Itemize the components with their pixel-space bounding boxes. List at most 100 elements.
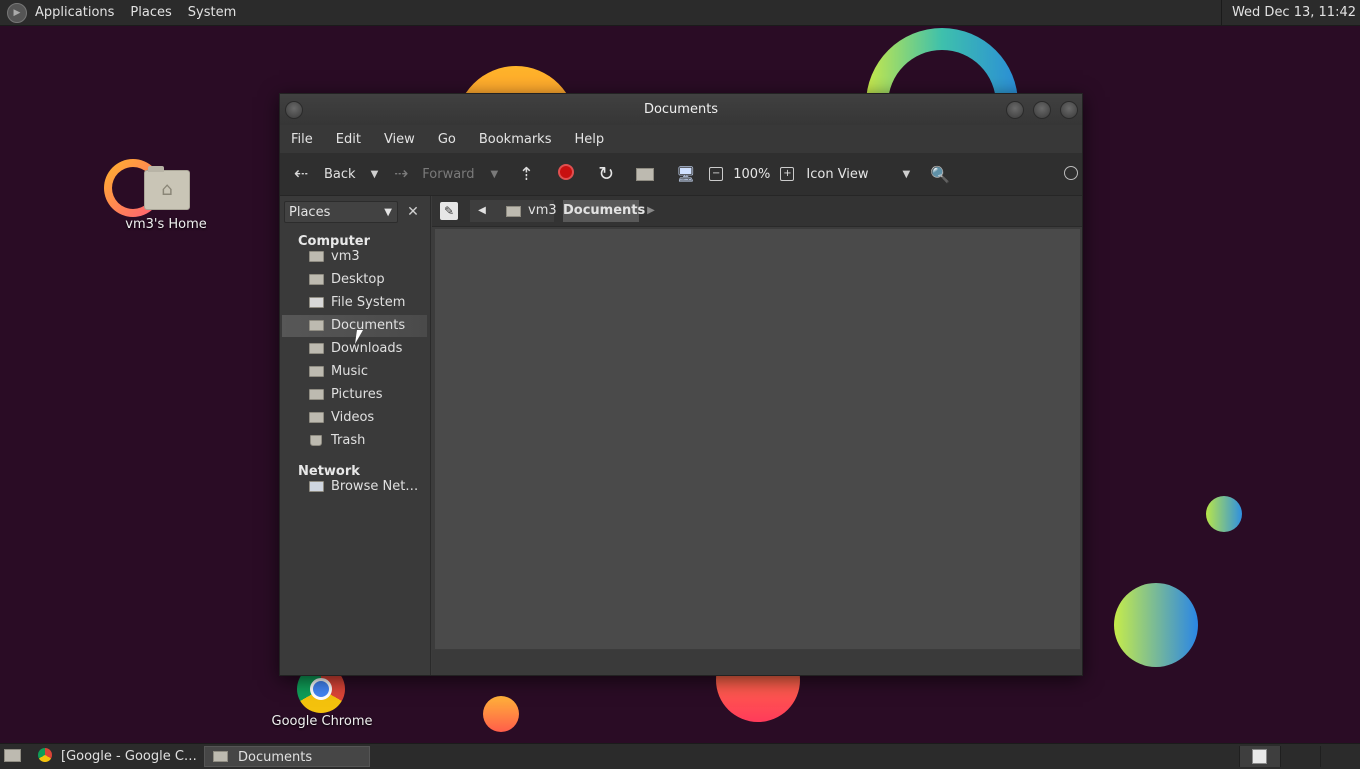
menu-file[interactable]: File [291,132,313,147]
sidebar-type-select[interactable]: Places ▼ [284,201,398,223]
sidebar-item-label: Documents [331,318,406,333]
sidebar: Places ▼ ✕ Computer vm3 Desktop File Sys… [280,196,431,675]
breadcrumb-vm3[interactable]: vm3 [494,200,557,222]
sidebar-item-label: Pictures [331,387,383,402]
throbber-icon [1064,166,1078,180]
chevron-down-icon: ▼ [384,207,392,218]
forward-arrow-icon: ⇢ [394,164,409,184]
bottom-panel: [Google - Google C… Documents [0,743,1360,769]
edit-location-icon[interactable]: ✎ [440,202,458,220]
sidebar-item-music[interactable]: Music [282,361,427,383]
sidebar-item-videos[interactable]: Videos [282,407,427,429]
sidebar-item-label: Downloads [331,341,403,356]
back-label: Back [324,166,356,182]
distro-logo-icon[interactable]: ▶ [7,2,27,23]
menu-view[interactable]: View [384,132,415,147]
sidebar-item-label: Trash [331,433,366,448]
maximize-button[interactable] [1033,101,1051,119]
sidebar-item-label: vm3 [331,249,360,264]
minimize-button[interactable] [1006,101,1024,119]
breadcrumb-scroll-right[interactable]: ▶ [644,200,658,222]
workspace-3[interactable] [1320,746,1360,767]
stop-icon [558,164,575,180]
panel-clock[interactable]: Wed Dec 13, 11:42 [1220,0,1360,25]
menu-places[interactable]: Places [130,5,171,20]
sidebar-item-documents[interactable]: Documents [282,315,427,337]
stop-button[interactable] [558,164,575,184]
breadcrumb: ✎ ◀ vm3 Documents ▶ [432,196,1082,227]
workspace-1[interactable] [1239,746,1280,767]
menu-system[interactable]: System [188,5,236,20]
breadcrumb-scroll-left[interactable]: ◀ [470,200,494,222]
forward-label: Forward [422,166,475,182]
close-button[interactable] [1060,101,1078,119]
sidebar-item-file-system[interactable]: File System [282,292,427,314]
breadcrumb-documents[interactable]: Documents [563,200,645,222]
view-mode-select[interactable]: Icon View [806,167,868,182]
home-folder-icon: ⌂ [144,166,190,210]
task-documents[interactable]: Documents [204,746,370,767]
sidebar-item-label: Music [331,364,368,379]
task-label: [Google - Google C… [61,749,197,764]
sidebar-item-label: File System [331,295,406,310]
forward-history-dropdown[interactable]: ▼ [491,169,499,180]
zoom-level: 100% [733,166,771,182]
window-title: Documents [643,102,719,117]
top-panel: ▶ Applications Places System Wed Dec 13,… [0,0,1360,26]
file-manager-window: Documents File Edit View Go Bookmarks He… [279,93,1083,676]
folder-icon [213,751,228,762]
wallpaper-circle-shape [1114,583,1198,667]
search-icon[interactable]: 🔍 [930,165,950,184]
window-menu-button[interactable] [285,101,303,119]
back-history-dropdown[interactable]: ▼ [371,169,379,180]
menu-bookmarks[interactable]: Bookmarks [479,132,552,147]
workspace-indicator-icon [1252,749,1267,764]
sidebar-item-browse-network[interactable]: Browse Net… [282,476,427,498]
menubar: File Edit View Go Bookmarks Help [280,125,1082,153]
window-titlebar[interactable]: Documents [280,94,1082,125]
toolbar: ⇠ Back ▼ ⇢ Forward ▼ ⇡ ↻ 🖥 − 100% + Icon… [280,153,1082,196]
wallpaper-circle-shape [483,696,519,732]
home-folder-icon [309,251,324,262]
task-label: Documents [238,750,313,765]
show-desktop-icon[interactable] [4,749,21,762]
menu-help[interactable]: Help [574,132,604,147]
folder-icon [309,320,324,331]
sidebar-item-desktop[interactable]: Desktop [282,269,427,291]
folder-icon [309,412,324,423]
back-arrow-icon: ⇠ [293,164,309,184]
drive-icon [309,297,324,308]
sidebar-item-label: Videos [331,410,375,425]
folder-icon [309,389,324,400]
wallpaper-circle-shape [1206,496,1242,532]
sidebar-item-trash[interactable]: Trash [282,430,427,452]
trash-icon [310,435,322,446]
zoom-in-icon[interactable]: + [780,167,795,181]
close-sidebar-icon[interactable]: ✕ [404,202,422,222]
back-button[interactable]: ⇠ Back [290,164,356,184]
home-folder-icon[interactable] [636,167,655,181]
workspace-2[interactable] [1280,746,1321,767]
menu-go[interactable]: Go [438,132,456,147]
file-view-area[interactable] [435,229,1080,649]
sidebar-type-label: Places [289,205,331,220]
desktop-chrome-label: Google Chrome [271,714,373,729]
sidebar-item-vm3[interactable]: vm3 [282,246,427,268]
sidebar-item-pictures[interactable]: Pictures [282,384,427,406]
menu-edit[interactable]: Edit [336,132,361,147]
computer-icon[interactable]: 🖥 [676,165,695,183]
desktop-home-label: vm3's Home [125,217,207,232]
network-icon [309,481,324,492]
reload-icon[interactable]: ↻ [598,163,614,185]
sidebar-item-label: Desktop [331,272,385,287]
forward-button[interactable]: ⇢ Forward [390,164,474,184]
statusbar [432,650,1082,675]
folder-icon [309,366,324,377]
folder-icon [309,343,324,354]
menu-applications[interactable]: Applications [35,5,114,20]
zoom-out-icon[interactable]: − [709,167,724,181]
task-google-chrome[interactable]: [Google - Google C… [32,746,200,767]
view-mode-dropdown[interactable]: ▼ [903,169,911,180]
sidebar-item-label: Browse Net… [331,479,419,494]
up-arrow-icon[interactable]: ⇡ [516,164,536,185]
